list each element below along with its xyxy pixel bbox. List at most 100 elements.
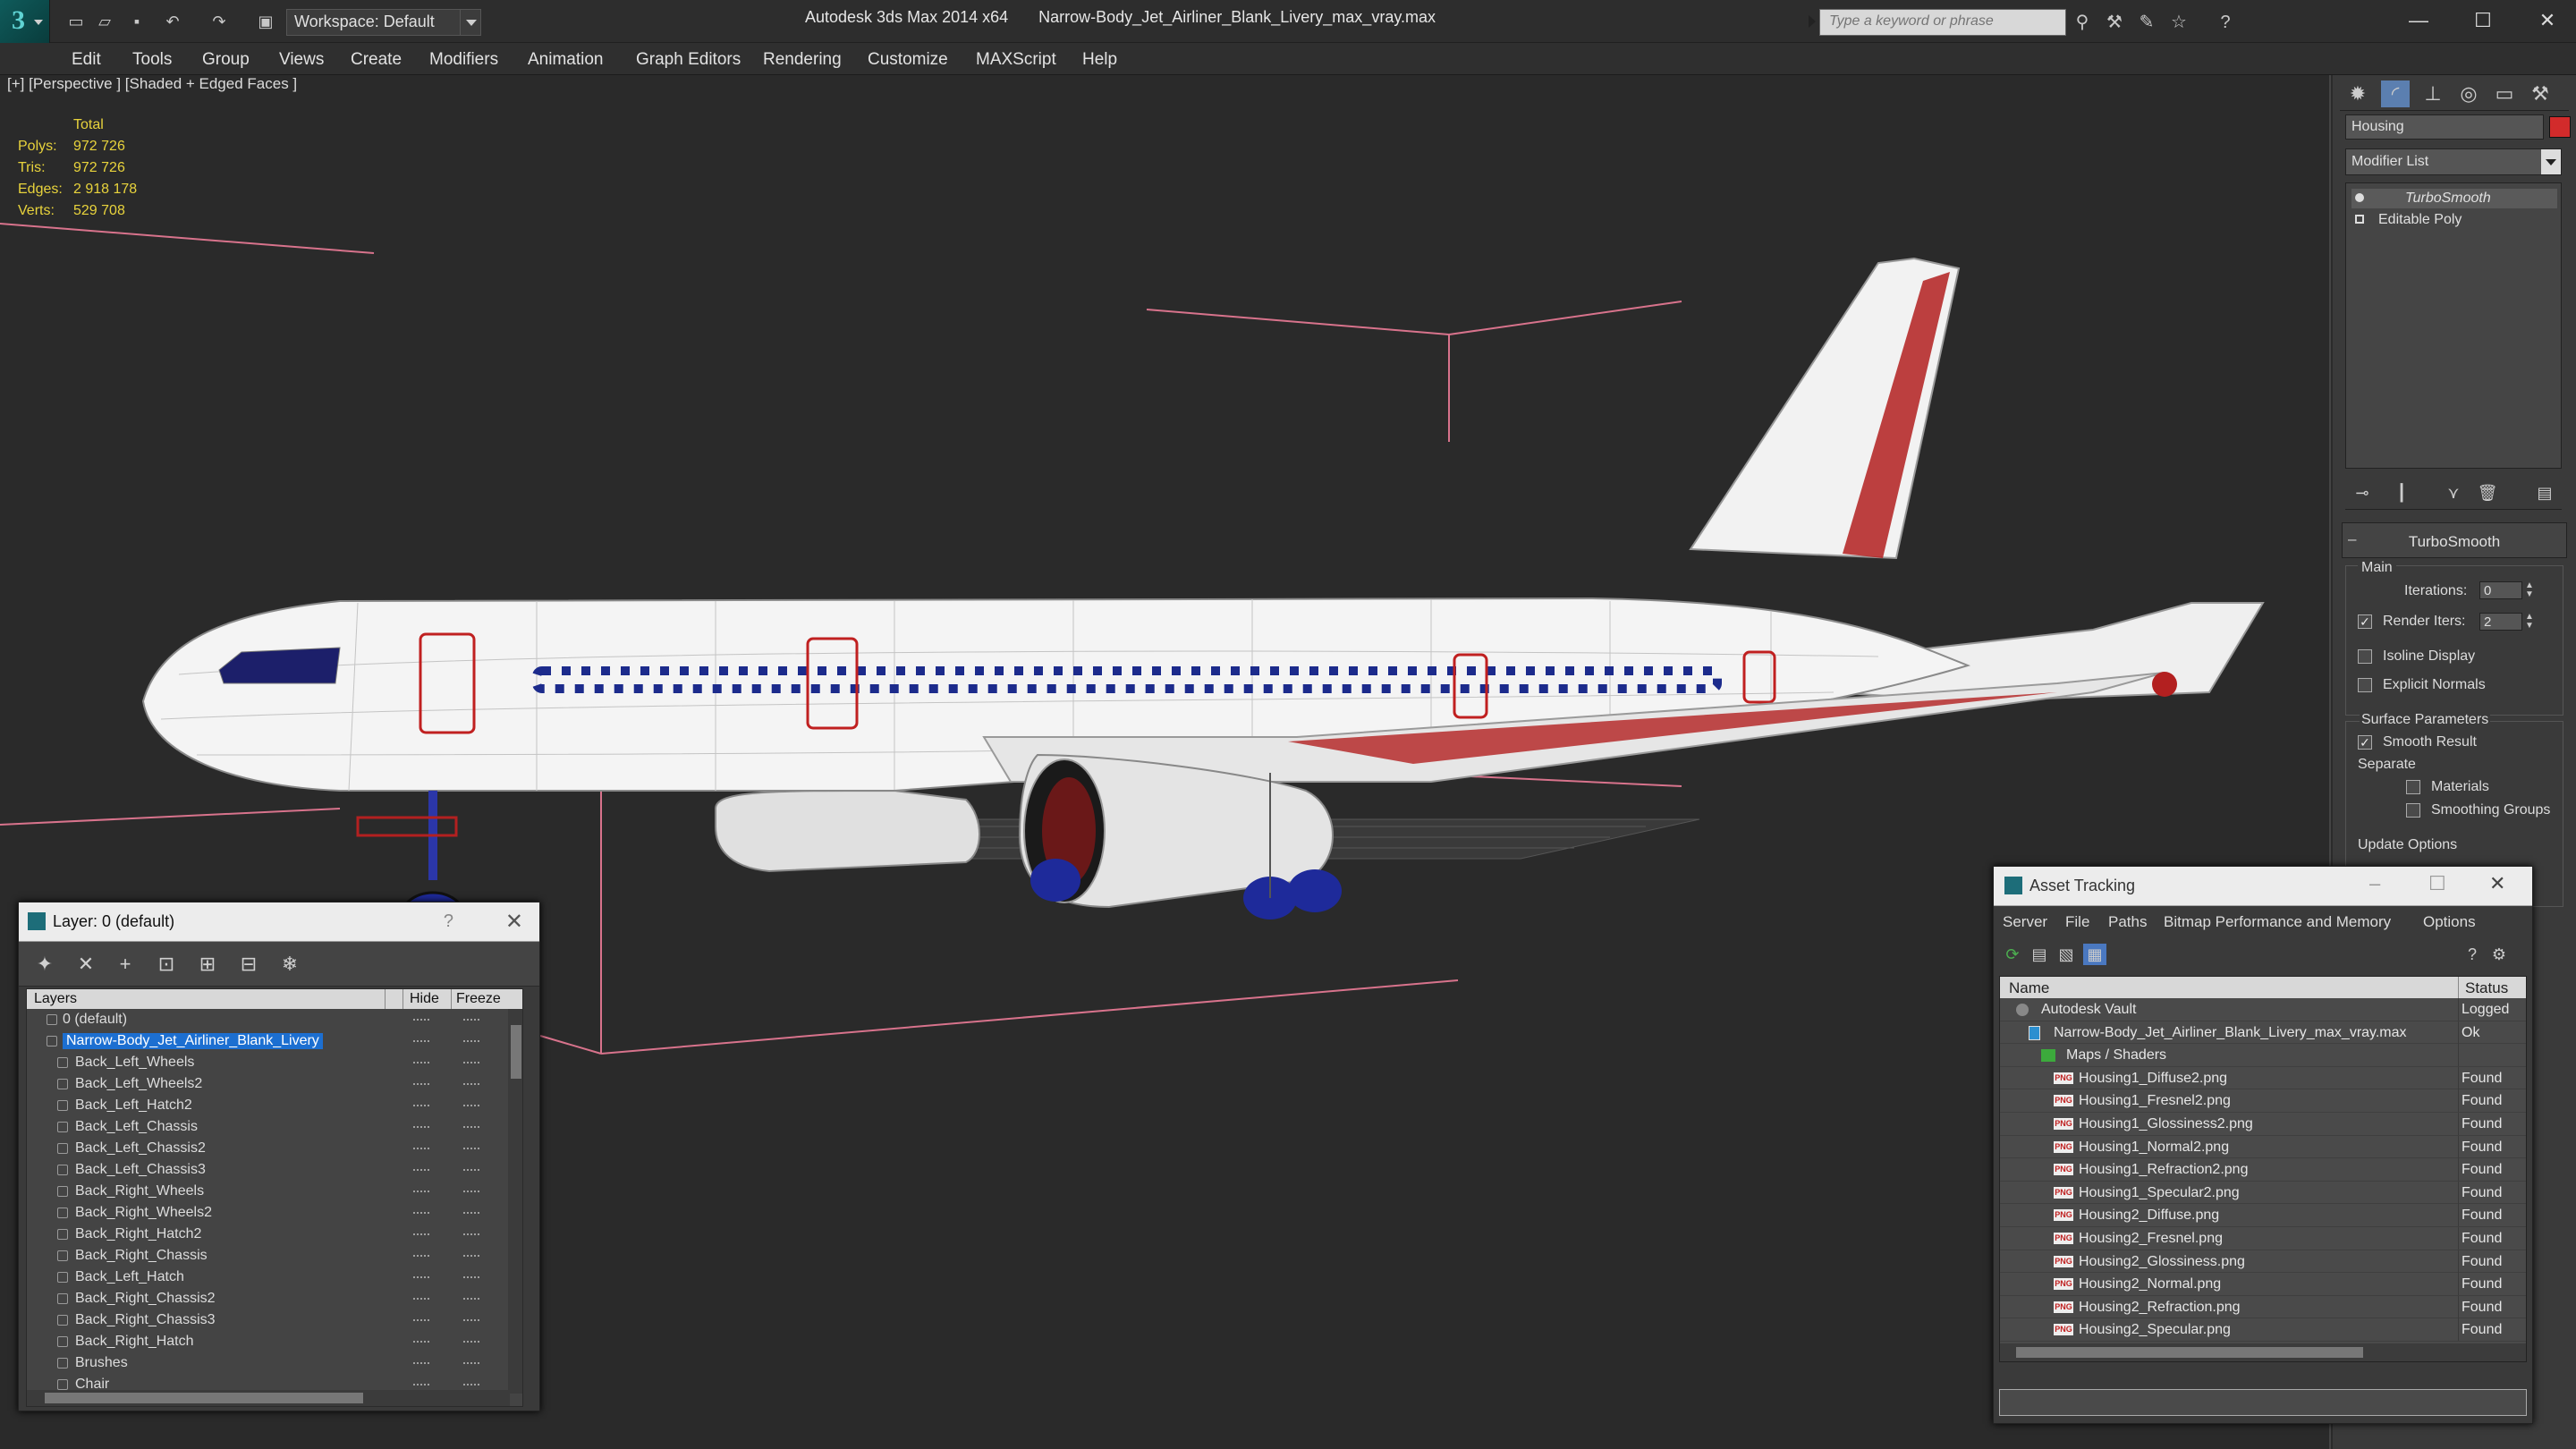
- freeze-toggle[interactable]: [463, 1362, 479, 1364]
- materials-checkbox[interactable]: [2406, 780, 2420, 794]
- asset-dialog-titlebar[interactable]: Asset Tracking – ☐ ✕: [1994, 867, 2532, 906]
- hide-toggle[interactable]: [413, 1233, 429, 1235]
- show-end-result-icon[interactable]: ┃: [2390, 481, 2413, 504]
- menu-modifiers[interactable]: Modifiers: [429, 50, 498, 70]
- stack-item-editable-poly[interactable]: Editable Poly: [2351, 210, 2557, 230]
- freeze-toggle[interactable]: [463, 1062, 479, 1063]
- add-to-layer-icon[interactable]: +: [112, 951, 139, 978]
- hide-toggle[interactable]: [413, 1148, 429, 1149]
- motion-tab-icon[interactable]: ◎: [2454, 80, 2483, 107]
- asset-menu-options[interactable]: Options: [2423, 913, 2476, 931]
- close-icon[interactable]: ✕: [505, 909, 523, 935]
- smooth-result-checkbox[interactable]: ✓: [2358, 735, 2372, 750]
- column-layers[interactable]: Layers: [34, 991, 77, 1007]
- menu-graph-editors[interactable]: Graph Editors: [636, 50, 741, 70]
- create-tab-icon[interactable]: ✹: [2343, 80, 2372, 107]
- layer-dialog-titlebar[interactable]: Layer: 0 (default) ? ✕: [19, 902, 539, 942]
- menu-help[interactable]: Help: [1082, 50, 1117, 70]
- object-color-swatch[interactable]: [2549, 116, 2571, 138]
- layer-row[interactable]: Back_Right_Chassis: [27, 1245, 510, 1267]
- modify-tab-icon[interactable]: ◜: [2381, 80, 2410, 107]
- chevron-down-icon[interactable]: [460, 9, 481, 36]
- close-icon[interactable]: ✕: [2489, 872, 2505, 895]
- object-name-field[interactable]: Housing: [2345, 114, 2544, 140]
- layer-row[interactable]: Back_Right_Hatch2: [27, 1224, 510, 1245]
- help-icon[interactable]: ?: [2213, 11, 2238, 34]
- project-folder-icon[interactable]: ▣: [254, 11, 277, 32]
- configure-sets-icon[interactable]: ▤: [2533, 481, 2556, 504]
- layer-vertical-scrollbar[interactable]: [508, 1009, 522, 1394]
- layer-row[interactable]: Back_Left_Hatch2: [27, 1095, 510, 1116]
- utilities-tab-icon[interactable]: ⚒: [2526, 80, 2555, 107]
- freeze-toggle[interactable]: [463, 1040, 479, 1042]
- hide-toggle[interactable]: [413, 1019, 429, 1021]
- new-layer-icon[interactable]: ✦: [31, 951, 58, 978]
- minimize-icon[interactable]: –: [2369, 872, 2380, 895]
- hierarchy-tab-icon[interactable]: ⊥: [2419, 80, 2447, 107]
- hide-toggle[interactable]: [413, 1276, 429, 1278]
- menu-views[interactable]: Views: [279, 50, 324, 70]
- menu-edit[interactable]: Edit: [72, 50, 101, 70]
- spinner-arrows-icon[interactable]: ▲ ▼: [2524, 613, 2535, 631]
- hide-all-layers-icon[interactable]: ⊟: [235, 951, 262, 978]
- asset-row[interactable]: PNG Housing1_Refraction2.png Found: [2000, 1158, 2526, 1182]
- highlight-layer-icon[interactable]: ⊞: [194, 951, 221, 978]
- chevron-down-icon[interactable]: [2541, 149, 2561, 174]
- maximize-icon[interactable]: ☐: [2428, 872, 2446, 895]
- freeze-toggle[interactable]: [463, 1148, 479, 1149]
- freeze-toggle[interactable]: [463, 1341, 479, 1343]
- asset-horizontal-scrollbar[interactable]: [2000, 1343, 2526, 1361]
- freeze-toggle[interactable]: [463, 1255, 479, 1257]
- menu-rendering[interactable]: Rendering: [763, 50, 842, 70]
- menu-customize[interactable]: Customize: [868, 50, 948, 70]
- hide-toggle[interactable]: [413, 1384, 429, 1385]
- render-iters-spinner[interactable]: 2: [2479, 613, 2522, 631]
- hide-toggle[interactable]: [413, 1126, 429, 1128]
- layer-row[interactable]: Brushes: [27, 1352, 510, 1374]
- freeze-toggle[interactable]: [463, 1384, 479, 1385]
- vault-help-icon[interactable]: ?: [2461, 944, 2484, 965]
- undo-icon[interactable]: ↶: [161, 11, 184, 32]
- viewport-label[interactable]: [+] [Perspective ] [Shaded + Edged Faces…: [7, 75, 297, 93]
- layer-horizontal-scrollbar[interactable]: [27, 1390, 510, 1406]
- smoothing-groups-checkbox[interactable]: [2406, 803, 2420, 818]
- asset-row[interactable]: Narrow-Body_Jet_Airliner_Blank_Livery_ma…: [2000, 1021, 2526, 1045]
- layer-row[interactable]: Back_Right_Chassis3: [27, 1309, 510, 1331]
- hide-toggle[interactable]: [413, 1341, 429, 1343]
- save-icon[interactable]: ▪: [125, 11, 148, 32]
- asset-row[interactable]: PNG Housing2_Fresnel.png Found: [2000, 1226, 2526, 1250]
- layer-row[interactable]: Narrow-Body_Jet_Airliner_Blank_Livery: [27, 1030, 510, 1052]
- expand-icon[interactable]: [2355, 215, 2364, 224]
- hide-toggle[interactable]: [413, 1105, 429, 1106]
- column-status[interactable]: Status: [2465, 979, 2508, 997]
- asset-row[interactable]: PNG Housing2_Normal.png Found: [2000, 1273, 2526, 1296]
- asset-row[interactable]: PNG Housing2_Refraction.png Found: [2000, 1295, 2526, 1319]
- column-freeze[interactable]: Freeze: [456, 991, 501, 1007]
- binoculars-icon[interactable]: ⚲: [2070, 11, 2095, 34]
- hide-toggle[interactable]: [413, 1169, 429, 1171]
- freeze-toggle[interactable]: [463, 1233, 479, 1235]
- hide-toggle[interactable]: [413, 1083, 429, 1085]
- asset-row[interactable]: PNG Housing2_Diffuse.png Found: [2000, 1204, 2526, 1227]
- asset-row[interactable]: PNG Housing1_Fresnel2.png Found: [2000, 1089, 2526, 1113]
- workspace-select[interactable]: Workspace: Default: [286, 9, 481, 36]
- help-search-box[interactable]: [1819, 9, 2066, 36]
- asset-row[interactable]: Autodesk Vault Logged: [2000, 998, 2526, 1021]
- delete-layer-icon[interactable]: ✕: [72, 951, 99, 978]
- settings-icon[interactable]: ⚙: [2487, 944, 2511, 965]
- explicit-normals-checkbox[interactable]: [2358, 678, 2372, 692]
- freeze-toggle[interactable]: [463, 1105, 479, 1106]
- maximize-button[interactable]: ☐: [2454, 4, 2512, 38]
- asset-row[interactable]: PNG Housing2_Glossiness.png Found: [2000, 1250, 2526, 1274]
- new-file-icon[interactable]: ▭: [64, 11, 88, 32]
- freeze-toggle[interactable]: [463, 1319, 479, 1321]
- freeze-toggle[interactable]: [463, 1298, 479, 1300]
- layer-row[interactable]: Back_Left_Wheels: [27, 1052, 510, 1073]
- minimize-button[interactable]: —: [2390, 4, 2447, 38]
- hide-toggle[interactable]: [413, 1212, 429, 1214]
- layer-row[interactable]: Back_Left_Wheels2: [27, 1073, 510, 1095]
- layer-row[interactable]: Back_Left_Chassis: [27, 1116, 510, 1138]
- freeze-all-layers-icon[interactable]: ❄: [276, 951, 303, 978]
- redo-icon[interactable]: ↷: [208, 11, 231, 32]
- hide-toggle[interactable]: [413, 1062, 429, 1063]
